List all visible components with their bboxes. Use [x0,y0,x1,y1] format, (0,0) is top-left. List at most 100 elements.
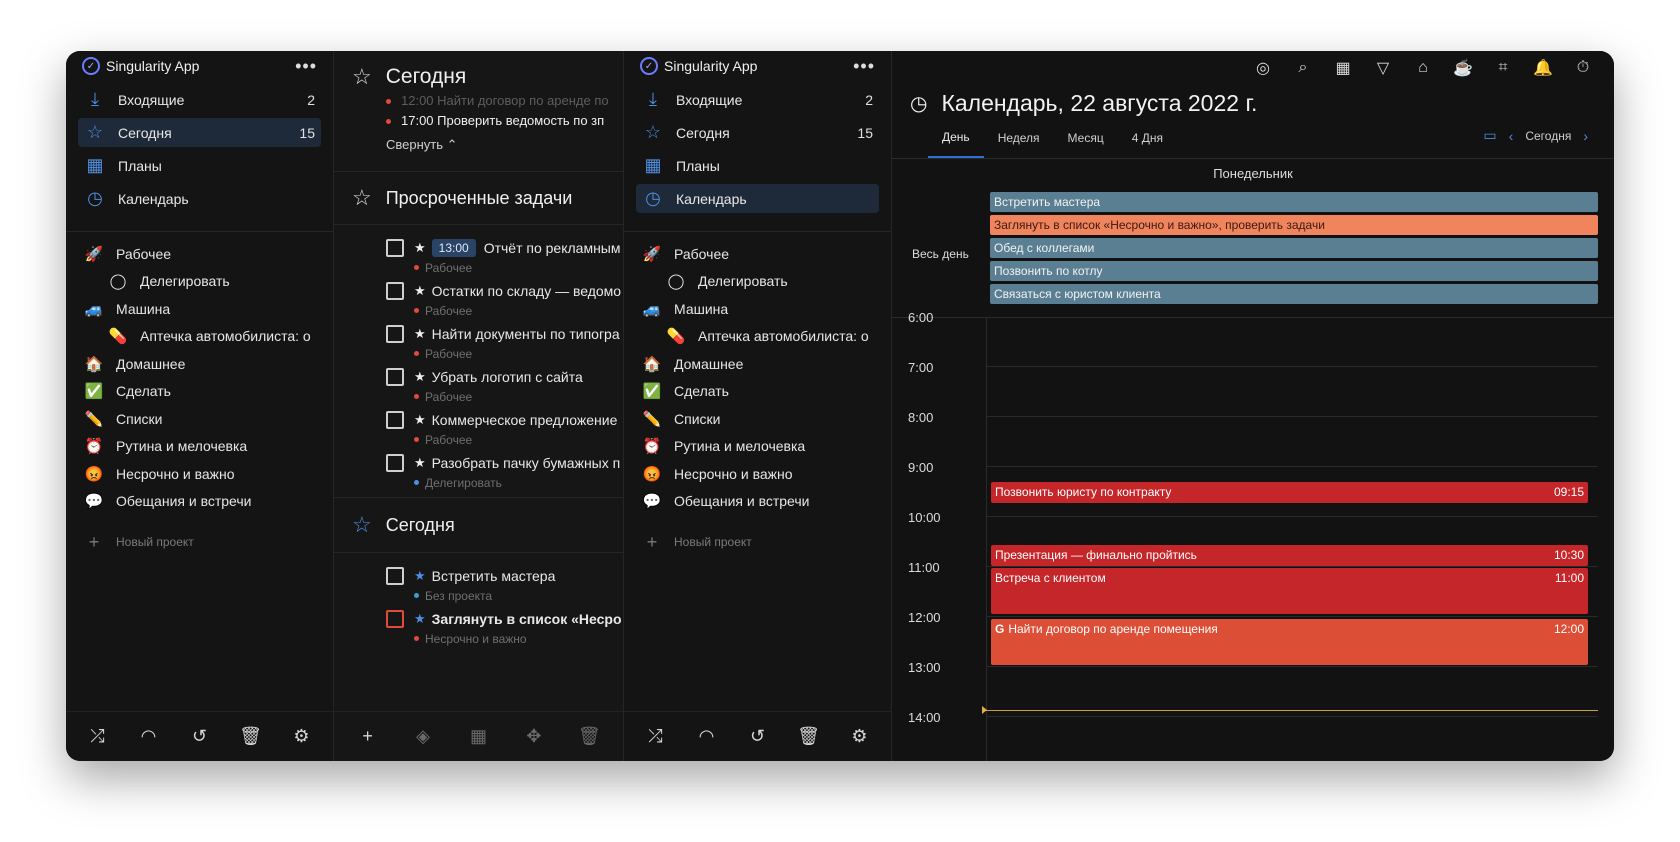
task-checkbox[interactable] [386,239,404,257]
task-checkbox[interactable] [386,567,404,585]
project-item[interactable]: 💬 Обещания и встречи [624,488,891,516]
collapse-button[interactable]: Свернуть ⌃ [334,137,623,153]
task-row[interactable]: ★ Заглянуть в список «Несро Несрочно и важ… [334,608,623,651]
rainbow-icon[interactable]: ◠ [135,723,163,751]
today-button[interactable]: Сегодня [1525,129,1571,143]
allday-event[interactable]: Встретить мастера [990,192,1598,212]
task-checkbox[interactable] [386,368,404,386]
layers-icon[interactable]: ◈ [409,723,437,751]
focus-icon[interactable]: ⌗ [1492,57,1514,79]
new-project-button[interactable]: + Новый проект [624,527,891,557]
project-item[interactable]: ◯ Делегировать [624,268,891,296]
shuffle-icon[interactable]: ⤮ [642,723,670,751]
project-item[interactable]: 💬 Обещания и встречи [66,488,333,516]
project-item[interactable]: ✅ Сделать [624,378,891,406]
project-item[interactable]: ⏰ Рутина и мелочевка [624,433,891,461]
project-item[interactable]: 😡 Несрочно и важно [66,460,333,488]
trash-icon[interactable]: 🗑 [575,723,603,751]
task-row[interactable]: ★ Найти документы по типогра Рабочее [334,323,623,366]
project-label: Машина [674,300,729,317]
history-icon[interactable]: ↺ [186,723,214,751]
gear-icon[interactable]: ⚙ [288,723,316,751]
task-checkbox[interactable] [386,411,404,429]
project-item[interactable]: ✏️ Списки [624,405,891,433]
project-item[interactable]: 😡 Несрочно и важно [624,460,891,488]
nav-item-today[interactable]: ☆ Сегодня 15 [636,118,879,147]
history-icon[interactable]: ↺ [744,723,772,751]
more-icon[interactable]: ••• [295,56,317,77]
task-row[interactable]: ★ Коммерческое предложение Рабочее [334,409,623,452]
nav-item-calendar[interactable]: ◷ Календарь [78,184,321,213]
calendar-small-icon[interactable]: ▭ [1483,127,1496,144]
nav-item-today[interactable]: ☆ Сегодня 15 [78,118,321,147]
nav-item-plans[interactable]: ▦ Планы [78,151,321,180]
prev-arrow-icon[interactable]: ‹ [1509,128,1514,144]
project-item[interactable]: 💊 Аптечка автомобилиста: о [624,323,891,351]
trash-icon[interactable]: 🗑 [795,723,823,751]
search-icon[interactable]: ⌕ [1292,57,1314,79]
more-icon[interactable]: ••• [853,56,875,77]
section-overdue: ☆ Просроченные задачи [334,172,623,224]
bell-icon[interactable]: 🔔 [1532,57,1554,79]
coffee-icon[interactable]: ☕ [1452,57,1474,79]
tab-week[interactable]: Неделя [984,128,1054,158]
project-item[interactable]: ◯ Делегировать [66,268,333,296]
nav-item-inbox[interactable]: ⤓ Входящие 2 [78,85,321,114]
allday-event[interactable]: Связаться с юристом клиента [990,284,1598,304]
task-checkbox[interactable] [386,454,404,472]
task-row[interactable]: ★ Разобрать пачку бумажных п Делегировать [334,452,623,495]
filter-icon[interactable]: ▽ [1372,57,1394,79]
project-item[interactable]: 🚀 Рабочее [66,240,333,268]
nav-item-calendar[interactable]: ◷ Календарь [636,184,879,213]
project-item[interactable]: 🏠 Домашнее [66,350,333,378]
today-item[interactable]: 17:00 Проверить ведомость по зп [334,111,623,131]
divider [624,231,891,232]
allday-event[interactable]: Заглянуть в список «Несрочно и важно», п… [990,215,1598,235]
target-icon[interactable]: ◎ [1252,57,1274,79]
allday-event[interactable]: Обед с коллегами [990,238,1598,258]
sidebar-toolbar: ⤮ ◠ ↺ 🗑 ⚙ [66,711,333,761]
calendar-event[interactable]: Позвонить юристу по контракту 09:15 [991,482,1588,503]
task-row[interactable]: ★ Убрать логотип с сайта Рабочее [334,366,623,409]
calendar-icon[interactable]: ▦ [1332,57,1354,79]
project-item[interactable]: 🚀 Рабочее [624,240,891,268]
today-item[interactable]: 12:00 Найти договор по аренде по [334,91,623,111]
project-item[interactable]: ✅ Сделать [66,378,333,406]
calendar-event[interactable]: Встреча с клиентом 11:00 [991,568,1588,614]
next-arrow-icon[interactable]: › [1583,128,1588,144]
task-checkbox[interactable] [386,610,404,628]
tag-icon[interactable]: ⌂ [1412,57,1434,79]
task-row[interactable]: ★ Остатки по складу — ведомо Рабочее [334,280,623,323]
task-row[interactable]: ★ Встретить мастера Без проекта [334,565,623,608]
project-item[interactable]: 🏠 Домашнее [624,350,891,378]
task-project: Делегировать [425,475,502,490]
add-icon[interactable]: + [354,723,382,751]
rainbow-icon[interactable]: ◠ [693,723,721,751]
nav-item-inbox[interactable]: ⤓ Входящие 2 [636,85,879,114]
timer-icon[interactable]: ⏱ [1572,57,1594,79]
task-text: Убрать логотип с сайта [431,369,583,385]
project-item[interactable]: ⏰ Рутина и мелочевка [66,433,333,461]
tab-4days[interactable]: 4 Дня [1118,128,1177,158]
project-item[interactable]: 🚙 Машина [624,295,891,323]
shuffle-icon[interactable]: ⤮ [84,723,112,751]
tab-day[interactable]: День [928,128,984,158]
trash-icon[interactable]: 🗑 [237,723,265,751]
task-row[interactable]: ★ 13:00 Отчёт по рекламным Рабочее [334,237,623,280]
nav-item-plans[interactable]: ▦ Планы [636,151,879,180]
app-title: Singularity App [106,58,200,74]
tab-month[interactable]: Месяц [1054,128,1118,158]
calendar-icon[interactable]: ▦ [464,723,492,751]
project-item[interactable]: 💊 Аптечка автомобилиста: о [66,323,333,351]
allday-event[interactable]: Позвонить по котлу [990,261,1598,281]
event-title: Позвонить юристу по контракту [995,485,1172,499]
project-item[interactable]: 🚙 Машина [66,295,333,323]
new-project-button[interactable]: + Новый проект [66,527,333,557]
project-item[interactable]: ✏️ Списки [66,405,333,433]
task-checkbox[interactable] [386,325,404,343]
move-icon[interactable]: ✥ [520,723,548,751]
calendar-event[interactable]: G Найти договор по аренде помещения 12:00 [991,619,1588,665]
gear-icon[interactable]: ⚙ [846,723,874,751]
calendar-event[interactable]: Презентация — финально пройтись 10:30 [991,545,1588,566]
task-checkbox[interactable] [386,282,404,300]
